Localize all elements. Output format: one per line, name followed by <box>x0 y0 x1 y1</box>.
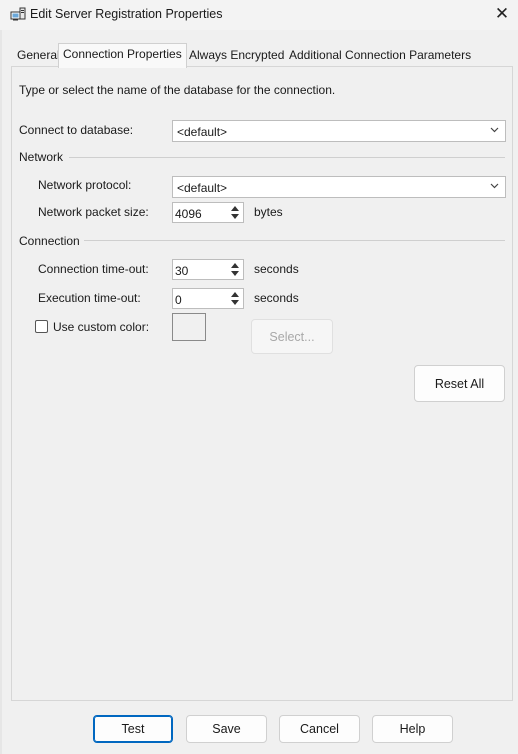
spin-down-icon[interactable] <box>231 300 239 305</box>
execution-timeout-spinner[interactable]: 0 <box>172 288 244 309</box>
test-button[interactable]: Test <box>93 715 173 743</box>
tab-connection-properties[interactable]: Connection Properties <box>58 43 187 68</box>
server-registration-icon <box>10 7 26 21</box>
tab-general[interactable]: General <box>12 45 65 65</box>
spinner-buttons[interactable] <box>228 289 243 308</box>
spin-down-icon[interactable] <box>231 214 239 219</box>
network-protocol-label: Network protocol: <box>38 178 132 192</box>
chevron-down-icon <box>490 127 499 133</box>
connect-to-database-combo[interactable]: <default> <box>172 120 506 142</box>
save-button-label: Save <box>212 722 241 736</box>
connection-timeout-unit: seconds <box>254 262 299 276</box>
connection-group-label: Connection <box>19 234 80 248</box>
select-color-button-label: Select... <box>269 329 315 344</box>
network-packet-size-value: 4096 <box>175 207 202 221</box>
close-button[interactable]: ✕ <box>488 2 516 26</box>
network-group-label: Network <box>19 150 64 164</box>
reset-all-button[interactable]: Reset All <box>414 365 505 402</box>
spin-up-icon[interactable] <box>231 263 239 268</box>
connection-timeout-label: Connection time-out: <box>38 262 149 276</box>
reset-all-button-label: Reset All <box>434 376 485 391</box>
tab-additional-connection-parameters[interactable]: Additional Connection Parameters <box>284 45 476 65</box>
save-button[interactable]: Save <box>186 715 267 743</box>
network-packet-size-spinner[interactable]: 4096 <box>172 202 244 223</box>
tab-always-encrypted[interactable]: Always Encrypted <box>184 45 289 65</box>
execution-timeout-label: Execution time-out: <box>38 291 141 305</box>
help-button-label: Help <box>399 722 426 736</box>
network-protocol-combo[interactable]: <default> <box>172 176 506 198</box>
spin-up-icon[interactable] <box>231 206 239 211</box>
spinner-buttons[interactable] <box>228 203 243 222</box>
close-icon: ✕ <box>494 4 510 23</box>
network-protocol-value: <default> <box>177 181 228 195</box>
connect-to-database-label: Connect to database: <box>19 123 134 137</box>
cancel-button[interactable]: Cancel <box>279 715 360 743</box>
select-color-button[interactable]: Select... <box>251 319 333 354</box>
connect-to-database-value: <default> <box>177 125 228 139</box>
test-button-label: Test <box>121 722 145 736</box>
connection-timeout-value: 30 <box>175 264 189 278</box>
network-packet-size-unit: bytes <box>254 205 283 219</box>
help-button[interactable]: Help <box>372 715 453 743</box>
execution-timeout-value: 0 <box>175 293 182 307</box>
use-custom-color-checkbox[interactable] <box>35 320 48 333</box>
custom-color-swatch <box>172 313 206 341</box>
use-custom-color-label[interactable]: Use custom color: <box>53 320 149 334</box>
spin-down-icon[interactable] <box>231 271 239 276</box>
window-title: Edit Server Registration Properties <box>30 7 223 21</box>
instruction-text: Type or select the name of the database … <box>19 83 336 97</box>
spin-up-icon[interactable] <box>231 292 239 297</box>
window-left-edge <box>0 30 2 754</box>
execution-timeout-unit: seconds <box>254 291 299 305</box>
connection-group-divider <box>84 240 505 241</box>
chevron-down-icon <box>490 183 499 189</box>
network-packet-size-label: Network packet size: <box>38 205 149 219</box>
network-group-divider <box>69 157 505 158</box>
cancel-button-label: Cancel <box>300 722 339 736</box>
connection-timeout-spinner[interactable]: 30 <box>172 259 244 280</box>
spinner-buttons[interactable] <box>228 260 243 279</box>
